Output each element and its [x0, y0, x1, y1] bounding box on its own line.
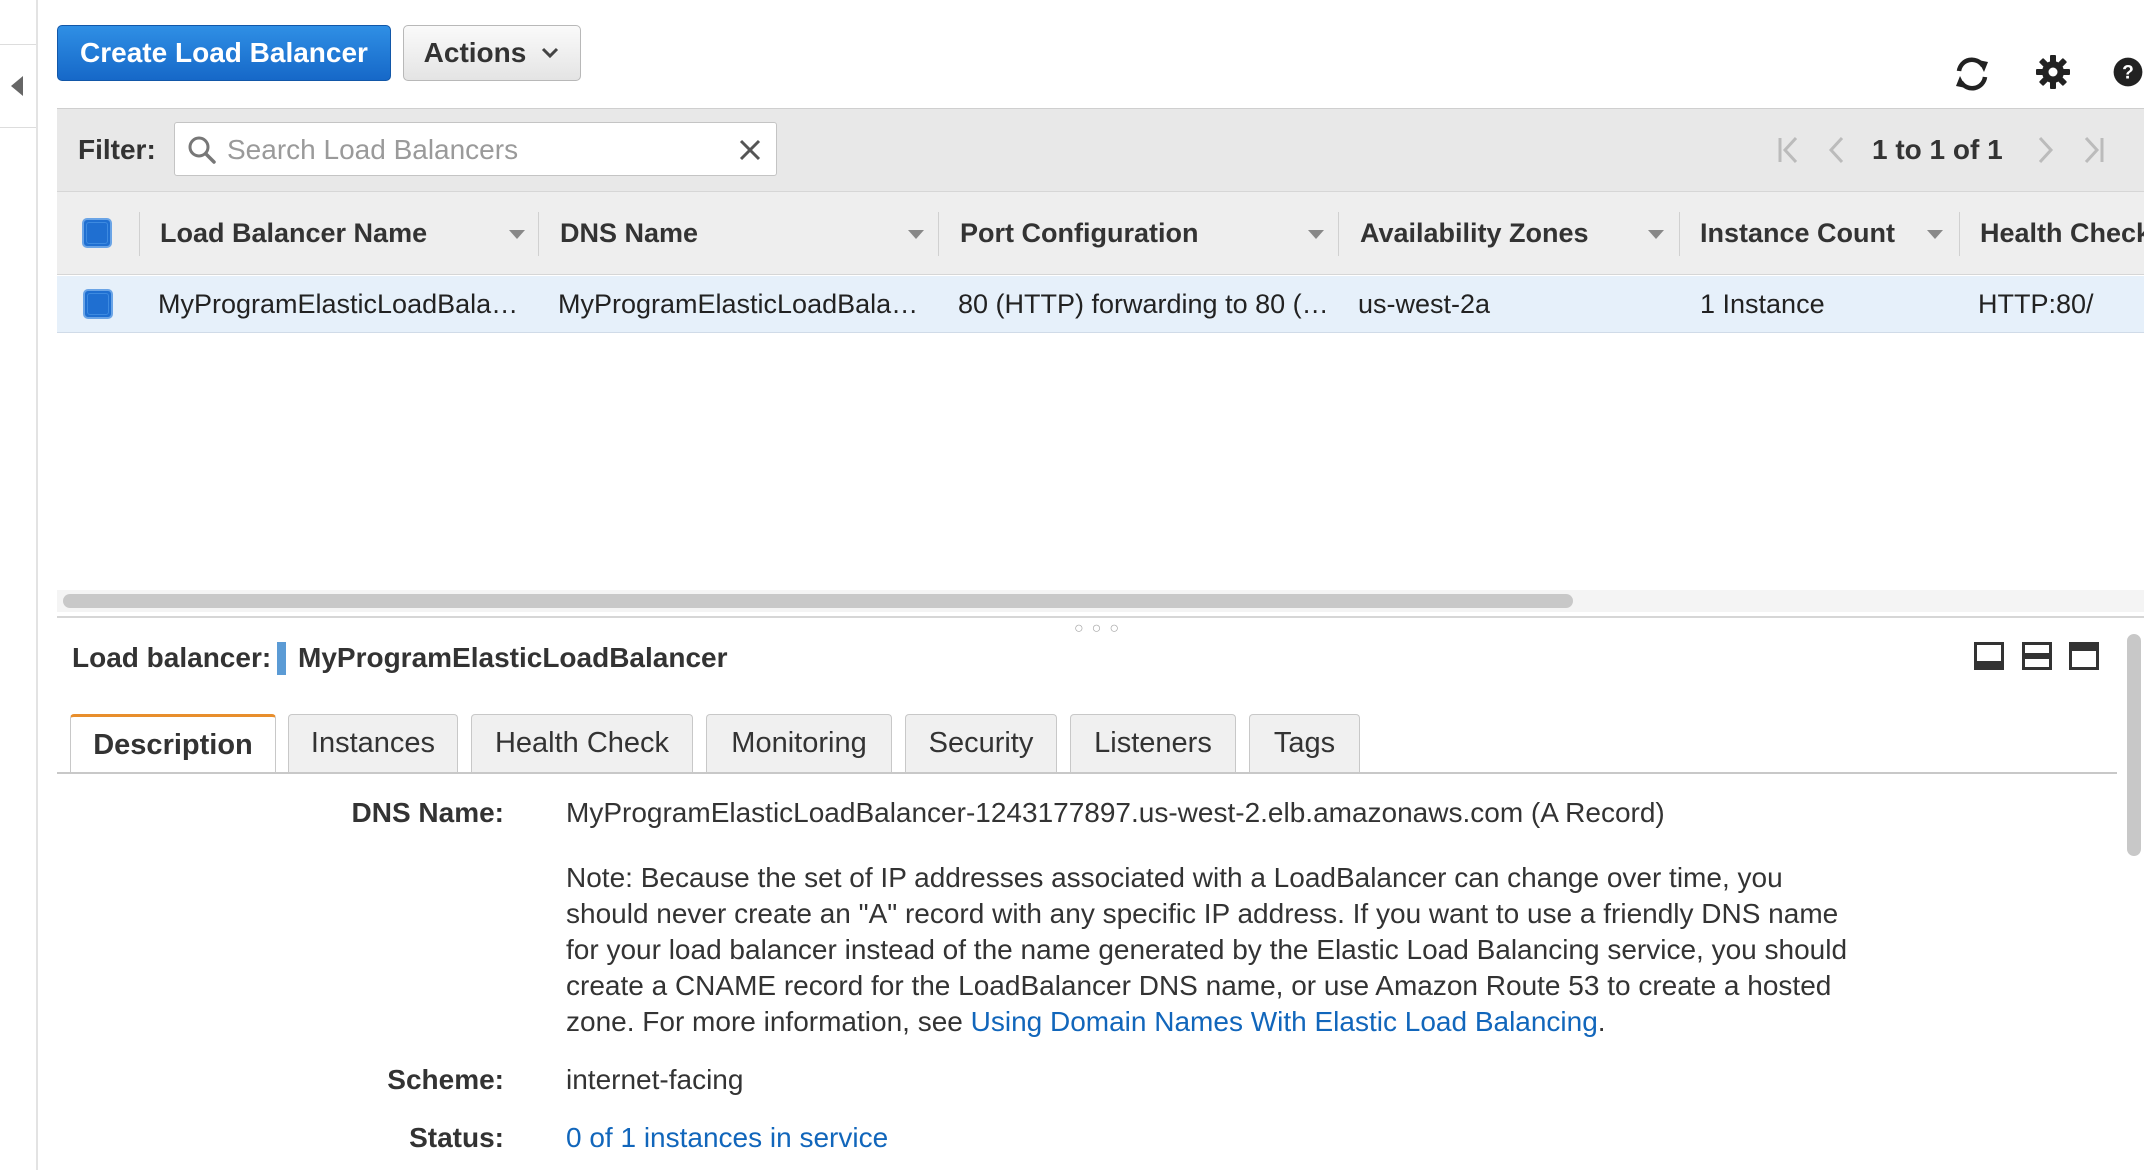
cell-port-configuration: 80 (HTTP) forwarding to 80 (…: [958, 288, 1329, 319]
clear-search-icon[interactable]: [737, 137, 763, 163]
column-header-instance-count[interactable]: Instance Count: [1700, 192, 1895, 274]
row-checkbox[interactable]: [83, 289, 113, 319]
help-icon[interactable]: ?: [2112, 50, 2144, 94]
next-page-icon[interactable]: [2034, 134, 2058, 166]
dns-note: Note: Because the set of IP addresses as…: [566, 860, 1866, 1040]
sort-caret-icon[interactable]: [1927, 230, 1943, 239]
tab-monitoring[interactable]: Monitoring: [706, 714, 892, 772]
last-page-icon[interactable]: [2078, 134, 2108, 166]
column-header-port-configuration[interactable]: Port Configuration: [960, 192, 1198, 274]
horizontal-scrollbar-thumb[interactable]: [63, 594, 1573, 608]
sort-caret-icon[interactable]: [509, 230, 525, 239]
select-all-checkbox[interactable]: [82, 218, 112, 248]
collapse-sidebar-button[interactable]: [0, 44, 36, 128]
tab-description[interactable]: Description: [70, 714, 276, 774]
dns-name-label: DNS Name:: [351, 797, 504, 828]
tab-instances[interactable]: Instances: [288, 714, 458, 772]
svg-text:?: ?: [2122, 62, 2134, 83]
sort-caret-icon[interactable]: [1648, 230, 1664, 239]
filter-label: Filter:: [78, 134, 156, 165]
sort-caret-icon[interactable]: [908, 230, 924, 239]
column-divider: [139, 212, 140, 256]
domain-names-help-link[interactable]: Using Domain Names With Elastic Load Bal…: [971, 1006, 1598, 1037]
column-divider: [938, 212, 939, 256]
search-icon: [188, 136, 216, 164]
layout-top-panel-icon[interactable]: [2069, 642, 2099, 670]
caret-left-icon: [11, 76, 23, 96]
load-balancer-label: Load balancer:: [72, 642, 272, 673]
sort-caret-icon[interactable]: [1308, 230, 1324, 239]
scheme-label: Scheme:: [387, 1064, 504, 1095]
note-end: .: [1597, 1006, 1606, 1037]
refresh-icon[interactable]: [1950, 52, 1994, 96]
tab-security[interactable]: Security: [905, 714, 1057, 772]
cell-instance-count: 1 Instance: [1700, 288, 1825, 319]
resize-handle-icon[interactable]: ○○○: [1074, 620, 1127, 638]
load-balancer-name-heading: MyProgramElasticLoadBalancer: [298, 642, 728, 673]
cell-availability-zones: us-west-2a: [1358, 288, 1491, 319]
search-input[interactable]: [225, 123, 709, 177]
search-box: [174, 122, 777, 177]
settings-gear-icon[interactable]: [2031, 50, 2075, 94]
layout-split-panel-icon[interactable]: [2022, 642, 2052, 670]
panel-divider: [57, 616, 2144, 618]
previous-page-icon[interactable]: [1824, 134, 1848, 166]
chevron-down-icon: [542, 47, 559, 59]
pagination-status: 1 to 1 of 1: [1872, 134, 2003, 165]
tab-tags[interactable]: Tags: [1249, 714, 1360, 772]
column-divider: [1959, 212, 1960, 256]
cell-load-balancer-name: MyProgramElasticLoadBala…: [158, 288, 519, 319]
column-header-health-check[interactable]: Health Check: [1980, 192, 2144, 274]
tab-health-check[interactable]: Health Check: [471, 714, 693, 772]
column-header-load-balancer-name[interactable]: Load Balancer Name: [160, 192, 427, 274]
column-divider: [1338, 212, 1339, 256]
tab-baseline: [57, 772, 2117, 774]
column-divider: [1679, 212, 1680, 256]
cell-dns-name: MyProgramElasticLoadBala…: [558, 288, 919, 319]
create-load-balancer-button[interactable]: Create Load Balancer: [57, 25, 391, 81]
column-divider: [538, 212, 539, 256]
cell-health-check: HTTP:80/: [1978, 288, 2094, 319]
layout-bottom-panel-icon[interactable]: [1974, 642, 2004, 670]
tab-listeners[interactable]: Listeners: [1070, 714, 1236, 772]
vertical-scrollbar-thumb[interactable]: [2127, 634, 2141, 856]
left-rail: [0, 0, 38, 1170]
actions-label: Actions: [423, 37, 527, 68]
status-link[interactable]: 0 of 1 instances in service: [566, 1122, 888, 1154]
first-page-icon[interactable]: [1774, 134, 1804, 166]
status-label: Status:: [409, 1122, 504, 1153]
dns-name-value: MyProgramElasticLoadBalancer-1243177897.…: [566, 797, 1665, 828]
actions-dropdown-button[interactable]: Actions: [403, 25, 581, 81]
column-header-availability-zones[interactable]: Availability Zones: [1360, 192, 1589, 274]
selection-marker: [277, 642, 286, 675]
scheme-value: internet-facing: [566, 1064, 744, 1095]
column-header-dns-name[interactable]: DNS Name: [560, 192, 698, 274]
